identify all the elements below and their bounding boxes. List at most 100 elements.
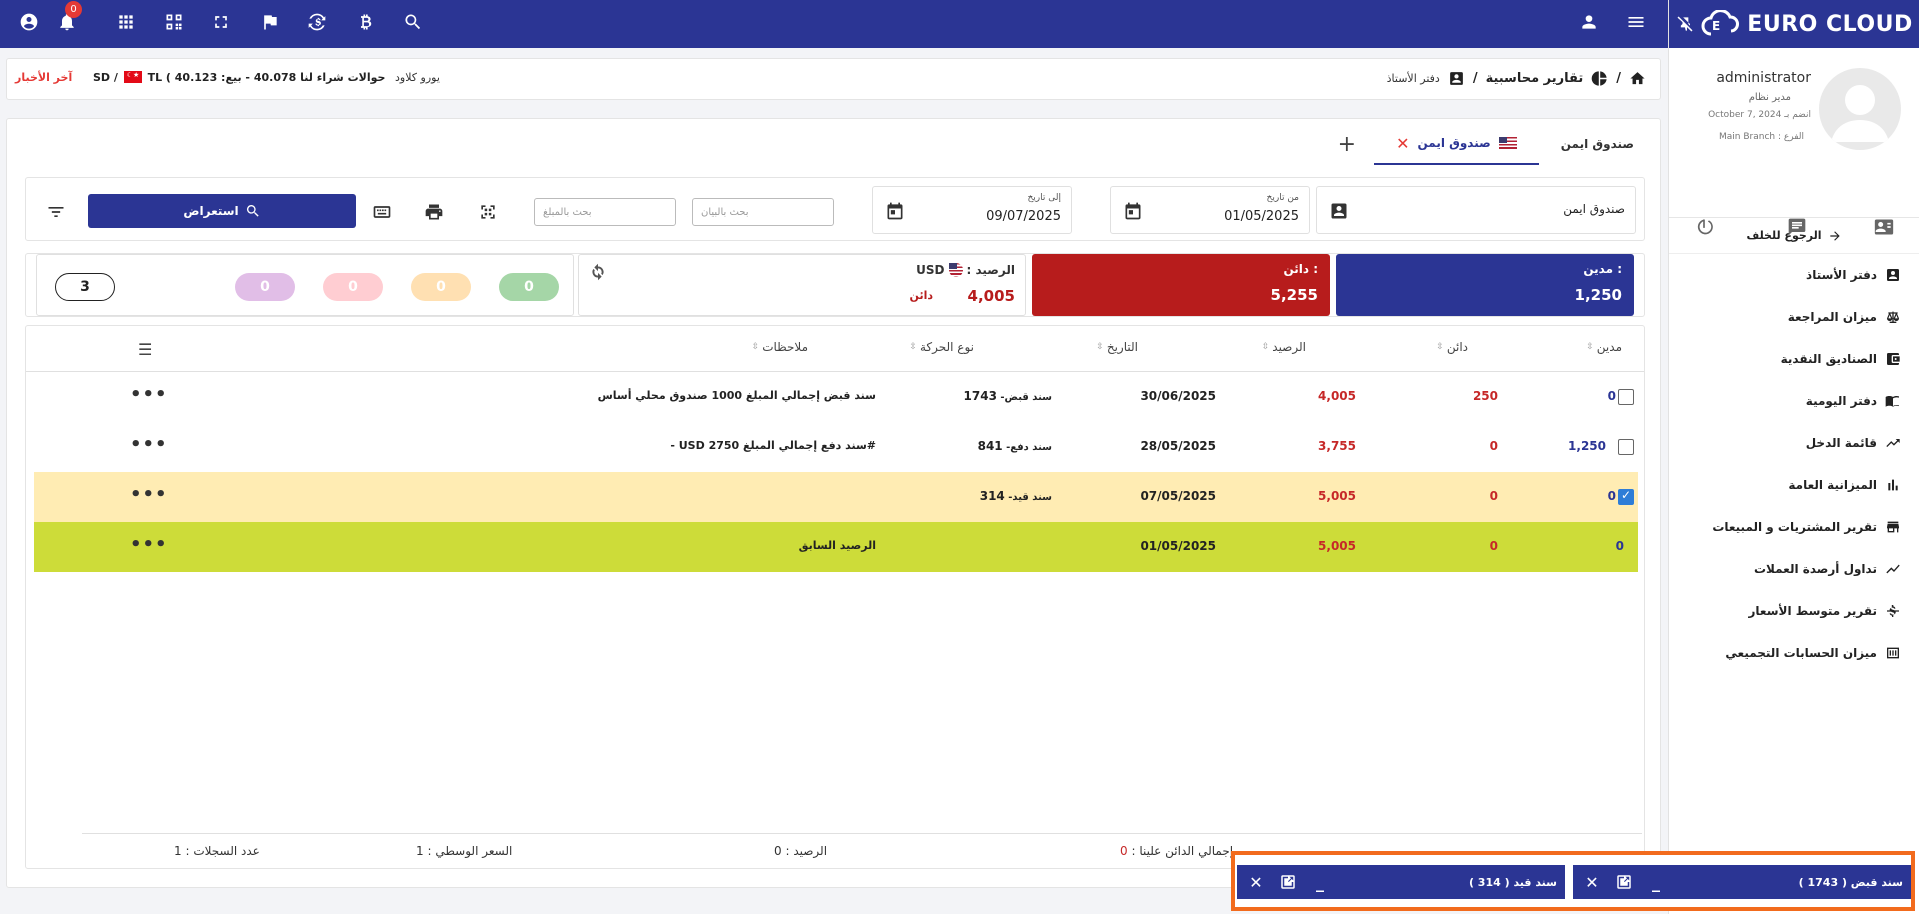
sidebar-item-aggregate-accounts[interactable]: ميزان الحسابات التجميعي (1669, 632, 1919, 674)
ledger-table: مدين ⇳ دائن ⇳ الرصيد ⇳ التاريخ ⇳ نوع الحركة ⇳… (25, 325, 1645, 869)
row-actions-icon[interactable]: ••• (130, 434, 168, 455)
column-header-credit[interactable]: دائن ⇳ (1436, 340, 1468, 354)
fullscreen-icon[interactable] (206, 7, 236, 37)
row-checkbox[interactable] (1618, 439, 1634, 455)
footer-records-count: عدد السجلات : 1 (174, 844, 260, 858)
row-checkbox-checked[interactable] (1618, 488, 1634, 505)
breadcrumb-current: دفتر الأستاذ (1386, 72, 1440, 85)
apps-grid-icon[interactable] (111, 7, 141, 37)
sidebar-item-cash-boxes[interactable]: الصناديق النقدية (1669, 338, 1919, 380)
line-chart-icon (1886, 564, 1900, 574)
close-tab-icon[interactable]: ✕ (1396, 134, 1409, 153)
bell-icon[interactable]: 0 (52, 1, 82, 37)
column-menu-icon[interactable]: ☰ (138, 340, 152, 359)
top-bar: 0 (0, 0, 1668, 48)
restore-icon[interactable] (1613, 871, 1635, 893)
brand-logo: E EURO CLOUD (1669, 0, 1919, 48)
hamburger-menu-icon[interactable] (1621, 7, 1651, 37)
table-row[interactable]: 1,250 0 3,755 28/05/2025 سند دفع- 841 #س… (34, 422, 1638, 472)
tab-bar: صندوق ايمن صندوق ايمن ✕ + (1320, 123, 1656, 165)
row-actions-icon[interactable]: ••• (130, 534, 168, 555)
home-icon[interactable] (1629, 70, 1646, 87)
credit-total-card: دائن : 5,255 (1032, 254, 1330, 316)
book-icon (1885, 396, 1899, 407)
table-header: مدين ⇳ دائن ⇳ الرصيد ⇳ التاريخ ⇳ نوع الحركة ⇳… (26, 326, 1644, 372)
to-date-field[interactable]: إلى تاريخ 09/07/2025 (872, 186, 1072, 234)
close-icon[interactable]: ✕ (1245, 871, 1267, 893)
power-icon[interactable] (1691, 214, 1717, 240)
minimized-window-entry[interactable]: سند قيد ( 314 ) _ ✕ (1237, 865, 1565, 899)
flag-icon[interactable] (255, 7, 285, 37)
tab-account-1[interactable]: صندوق ايمن (1539, 123, 1656, 165)
show-button[interactable]: استعراض (88, 194, 356, 228)
column-header-debit[interactable]: مدين ⇳ (1586, 340, 1622, 354)
search-statement-input[interactable]: بحث بالبيان (692, 198, 834, 226)
sidebar-item-ledger[interactable]: دفتر الأستاذ (1669, 254, 1919, 296)
filter-row: صندوق ايمن من تاريخ 01/05/2025 إلى تاريخ… (25, 177, 1645, 241)
scale-icon (1887, 311, 1899, 323)
turkey-flag-icon (123, 71, 142, 83)
sidebar-item-journal[interactable]: دفتر اليومية (1669, 380, 1919, 422)
ticker-source: يورو كلاود (395, 71, 440, 84)
svg-text:E: E (1712, 19, 1720, 33)
refresh-icon[interactable] (587, 261, 611, 285)
avatar[interactable] (1819, 68, 1901, 150)
records-count-badge[interactable]: 3 (55, 273, 115, 301)
row-actions-icon[interactable]: ••• (130, 384, 168, 405)
counter-red[interactable]: 0 (323, 273, 383, 301)
person-icon[interactable] (1574, 7, 1604, 37)
column-header-date[interactable]: التاريخ ⇳ (1096, 340, 1138, 354)
calendar-icon[interactable] (1123, 201, 1143, 221)
add-tab-button[interactable]: + (1320, 132, 1374, 157)
row-checkbox[interactable] (1618, 389, 1634, 405)
sidebar-item-currency-balances[interactable]: تداول أرصدة العملات (1669, 548, 1919, 590)
minimize-icon[interactable]: _ (1309, 871, 1331, 893)
chat-icon[interactable] (1784, 214, 1810, 240)
qr-scan-icon[interactable] (476, 200, 500, 224)
table-row[interactable]: 0 250 4,005 30/06/2025 سند قبض- 1743 سند… (34, 372, 1638, 422)
keyboard-icon[interactable] (370, 200, 394, 224)
sidebar-item-balance-sheet[interactable]: الميزانية العامة (1669, 464, 1919, 506)
cloud-logo-icon: E (1701, 10, 1740, 36)
opening-balance-row[interactable]: 0 0 5,005 01/05/2025 الرصيد السابق ••• (34, 522, 1638, 572)
from-date-field[interactable]: من تاريخ 01/05/2025 (1110, 186, 1310, 234)
latest-news-button[interactable]: آخر الأخبار (15, 71, 72, 84)
sidebar-item-trial-balance[interactable]: ميزان المراجعة (1669, 296, 1919, 338)
table-row[interactable]: 0 0 5,005 07/05/2025 سند قيد- 314 ••• (34, 472, 1638, 522)
dollar-slash-icon (1887, 605, 1899, 617)
row-actions-icon[interactable]: ••• (130, 484, 168, 505)
filter-icon[interactable] (44, 200, 68, 224)
restore-icon[interactable] (1277, 871, 1299, 893)
breadcrumb-section[interactable]: تقارير محاسبية (1486, 71, 1584, 86)
account-selector[interactable]: صندوق ايمن (1316, 186, 1636, 234)
counter-orange[interactable]: 0 (411, 273, 471, 301)
pie-chart-icon (1591, 71, 1607, 86)
sidebar-item-income-statement[interactable]: قائمة الدخل (1669, 422, 1919, 464)
search-amount-input[interactable]: بحث بالمبلغ (534, 198, 676, 226)
bitcoin-icon[interactable] (351, 7, 381, 37)
calendar-icon[interactable] (885, 201, 905, 221)
pin-off-icon[interactable] (1675, 13, 1695, 35)
minimized-window-receipt[interactable]: سند قبض ( 1743 ) _ ✕ (1573, 865, 1911, 899)
counter-green[interactable]: 0 (499, 273, 559, 301)
account-circle-icon[interactable] (14, 7, 44, 37)
print-icon[interactable] (422, 200, 446, 224)
sidebar-item-average-prices[interactable]: تقرير متوسط الأسعار (1669, 590, 1919, 632)
column-header-type[interactable]: نوع الحركة ⇳ (909, 340, 974, 354)
close-icon[interactable]: ✕ (1581, 871, 1603, 893)
search-icon[interactable] (398, 7, 428, 37)
contact-card-icon[interactable] (1871, 214, 1897, 240)
user-joined-date: انضم بـ October 7, 2024 (1708, 110, 1811, 120)
sidebar-item-purchases-sales[interactable]: تقرير المشتريات و المبيعات (1669, 506, 1919, 548)
wallet-icon (1887, 353, 1900, 365)
qr-code-icon[interactable] (159, 7, 189, 37)
footer-middle-rate: السعر الوسطي : 1 (416, 844, 513, 858)
column-header-balance[interactable]: الرصيد ⇳ (1262, 340, 1306, 354)
currency-exchange-icon[interactable] (302, 7, 332, 37)
counter-purple[interactable]: 0 (235, 273, 295, 301)
minimize-icon[interactable]: _ (1645, 871, 1667, 893)
ledger-icon (1449, 72, 1463, 85)
column-header-notes[interactable]: ملاحظات ⇳ (752, 340, 808, 354)
tab-account-2[interactable]: صندوق ايمن ✕ (1374, 123, 1539, 165)
arrow-back-icon (1829, 230, 1840, 241)
